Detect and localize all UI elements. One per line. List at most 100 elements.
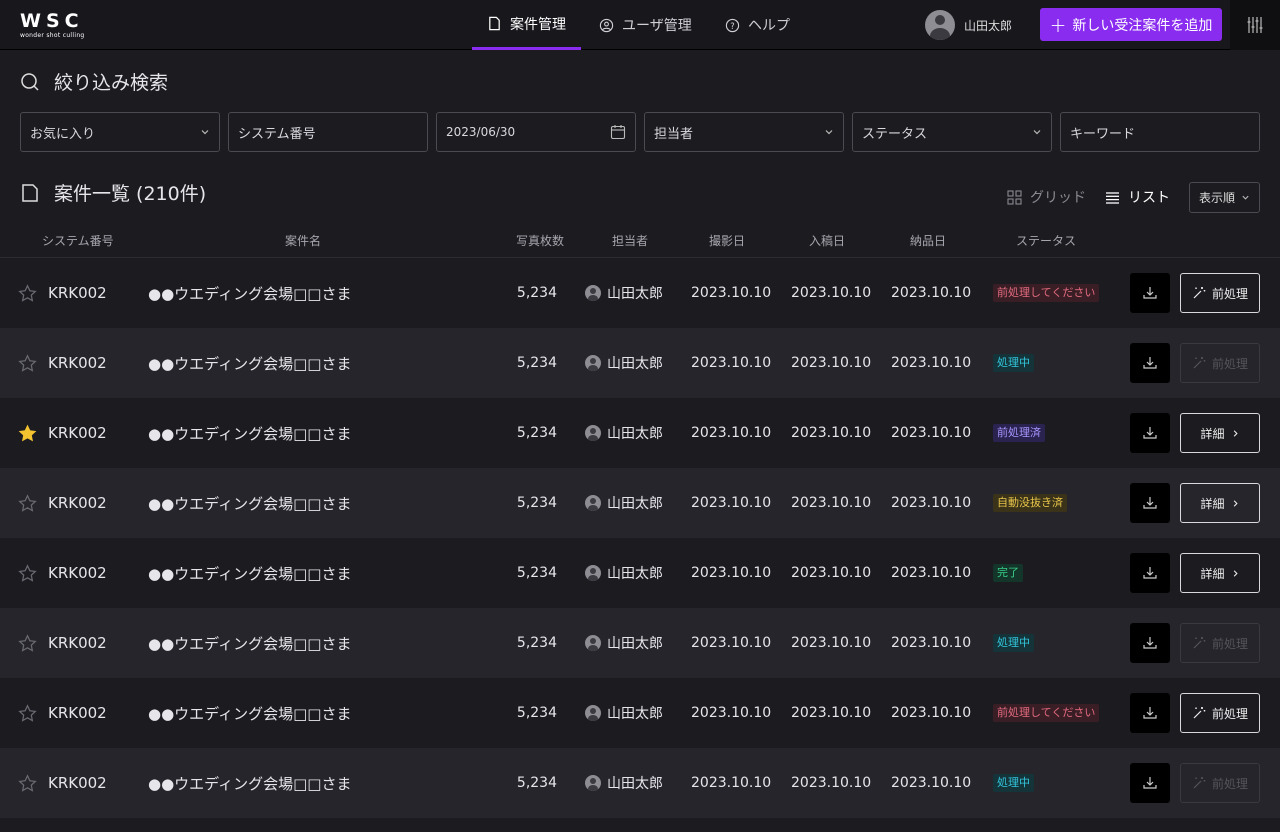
table-row[interactable]: KRK002 ●●ウエディング会場□□さま 5,234 山田太郎 2023.10.10 2… xyxy=(0,468,1280,538)
preprocess-button[interactable]: 前処理 xyxy=(1180,693,1260,733)
preprocess-button[interactable]: 前処理 xyxy=(1180,273,1260,313)
col-photo-count: 写真枚数 xyxy=(516,234,565,248)
table-row[interactable]: KRK002 ●●ウエディング会場□□さま 5,234 山田太郎 2023.10.10 2… xyxy=(0,608,1280,678)
tab-label: 案件管理 xyxy=(510,16,566,33)
favorite-star-button[interactable] xyxy=(18,748,40,818)
status-cell: 処理中 xyxy=(993,328,1034,398)
system-number: KRK002 xyxy=(48,424,107,442)
preprocess-button[interactable]: 前処理 xyxy=(1180,343,1260,383)
project-name[interactable]: ●●ウエディング会場□□さま xyxy=(148,328,351,398)
assignee-name: 山田太郎 xyxy=(607,706,663,722)
tab-user-management[interactable]: ユーザ管理 xyxy=(584,0,707,50)
shoot-date: 2023.10.10 xyxy=(691,355,772,371)
table-row[interactable]: KRK002 ●●ウエディング会場□□さま 5,234 山田太郎 2023.10.10 2… xyxy=(0,678,1280,748)
table-row[interactable]: KRK002 ●●ウエディング会場□□さま 5,234 山田太郎 2023.10.10 2… xyxy=(0,748,1280,818)
status-cell: 完了 xyxy=(993,538,1023,608)
download-button[interactable] xyxy=(1130,413,1170,453)
action-label: 詳細 xyxy=(1200,426,1225,441)
calendar-icon[interactable] xyxy=(610,124,626,140)
favorite-star-button[interactable] xyxy=(18,468,40,538)
favorite-star-button[interactable] xyxy=(18,328,40,398)
project-name[interactable]: ●●ウエディング会場□□さま xyxy=(148,468,351,538)
status-select[interactable]: ステータス xyxy=(852,112,1052,152)
detail-button[interactable]: 詳細 xyxy=(1180,553,1260,593)
preprocess-button[interactable]: 前処理 xyxy=(1180,763,1260,803)
system-number-placeholder: システム番号 xyxy=(238,126,316,142)
tab-help[interactable]: ? ヘルプ xyxy=(710,0,805,50)
star-outline-icon xyxy=(18,563,37,582)
project-name[interactable]: ●●ウエディング会場□□さま xyxy=(148,258,351,328)
favorite-star-button[interactable] xyxy=(18,258,40,328)
project-name[interactable]: ●●ウエディング会場□□さま xyxy=(148,748,351,818)
delivery-date: 2023.10.10 xyxy=(891,635,972,651)
favorite-star-button[interactable] xyxy=(18,608,40,678)
assignee-name: 山田太郎 xyxy=(607,636,663,652)
table-row[interactable]: KRK002 ●●ウエディング会場□□さま 5,234 山田太郎 2023.10.10 2… xyxy=(0,328,1280,398)
status-cell: 処理中 xyxy=(993,748,1034,818)
download-button[interactable] xyxy=(1130,483,1170,523)
favorite-star-button[interactable] xyxy=(18,538,40,608)
star-outline-icon xyxy=(18,353,37,372)
status-badge: 前処理してください xyxy=(993,704,1100,722)
sort-select[interactable]: 表示順 xyxy=(1189,182,1260,213)
table-row[interactable]: KRK002 ●●ウエディング会場□□さま 5,234 山田太郎 2023.10.10 2… xyxy=(0,258,1280,328)
add-project-button[interactable]: + 新しい受注案件を追加 xyxy=(1040,8,1222,41)
download-icon xyxy=(1143,567,1157,579)
detail-button[interactable]: 詳細 xyxy=(1180,483,1260,523)
view-grid-label: グリッド xyxy=(1030,190,1086,206)
chevron-right-icon xyxy=(1233,499,1238,507)
project-name[interactable]: ●●ウエディング会場□□さま xyxy=(148,608,351,678)
tab-project-management[interactable]: 案件管理 xyxy=(472,0,581,50)
project-name[interactable]: ●●ウエディング会場□□さま xyxy=(148,398,351,468)
download-button[interactable] xyxy=(1130,763,1170,803)
tab-label: ヘルプ xyxy=(748,18,790,34)
date-input[interactable]: 2023/06/30 xyxy=(436,112,636,152)
favorite-star-button[interactable] xyxy=(18,678,40,748)
chevron-right-icon xyxy=(1233,569,1238,577)
chevron-down-icon xyxy=(825,130,833,135)
chevron-right-icon xyxy=(1233,429,1238,437)
download-button[interactable] xyxy=(1130,693,1170,733)
system-number: KRK002 xyxy=(48,564,107,582)
favorite-select-value: お気に入り xyxy=(30,126,96,142)
favorite-star-button[interactable] xyxy=(18,398,40,468)
download-button[interactable] xyxy=(1130,623,1170,663)
view-list-toggle[interactable]: リスト xyxy=(1105,183,1170,211)
shoot-date: 2023.10.10 xyxy=(691,285,772,301)
download-button[interactable] xyxy=(1130,273,1170,313)
preprocess-button[interactable]: 前処理 xyxy=(1180,623,1260,663)
submit-date: 2023.10.10 xyxy=(791,705,872,721)
table-row[interactable]: KRK002 ●●ウエディング会場□□さま 5,234 山田太郎 2023.10.10 2… xyxy=(0,538,1280,608)
avatar xyxy=(925,10,955,40)
assignee-name: 山田太郎 xyxy=(607,566,663,582)
system-number-input[interactable]: システム番号 xyxy=(228,112,428,152)
star-outline-icon xyxy=(18,283,37,302)
star-filled-icon xyxy=(18,424,37,441)
shoot-date: 2023.10.10 xyxy=(691,635,772,651)
action-label: 詳細 xyxy=(1200,496,1225,511)
project-name[interactable]: ●●ウエディング会場□□さま xyxy=(148,538,351,608)
assignee-select[interactable]: 担当者 xyxy=(644,112,844,152)
star-outline-icon xyxy=(18,773,37,792)
detail-button[interactable]: 詳細 xyxy=(1180,413,1260,453)
assignee: 山田太郎 xyxy=(585,748,663,818)
delivery-date: 2023.10.10 xyxy=(891,565,972,581)
submit-date: 2023.10.10 xyxy=(791,775,872,791)
download-button[interactable] xyxy=(1130,553,1170,593)
view-grid-toggle[interactable]: グリッド xyxy=(1007,183,1086,211)
logo[interactable]: WSC wonder shot culling xyxy=(20,10,90,42)
sliders-button[interactable] xyxy=(1230,0,1280,50)
user-menu[interactable]: 山田太郎 xyxy=(925,10,1012,40)
favorite-select[interactable]: お気に入り xyxy=(20,112,220,152)
assignee-select-value: 担当者 xyxy=(654,126,694,142)
keyword-input[interactable]: キーワード xyxy=(1060,112,1260,152)
action-label: 前処理 xyxy=(1211,356,1248,371)
photo-count: 5,234 xyxy=(516,495,557,511)
table-row[interactable]: KRK002 ●●ウエディング会場□□さま 5,234 山田太郎 2023.10.10 2… xyxy=(0,398,1280,468)
download-button[interactable] xyxy=(1130,343,1170,383)
delivery-date: 2023.10.10 xyxy=(891,705,972,721)
project-name[interactable]: ●●ウエディング会場□□さま xyxy=(148,678,351,748)
status-badge: 前処理済 xyxy=(993,424,1045,442)
avatar xyxy=(585,355,601,371)
assignee-name: 山田太郎 xyxy=(607,286,663,302)
